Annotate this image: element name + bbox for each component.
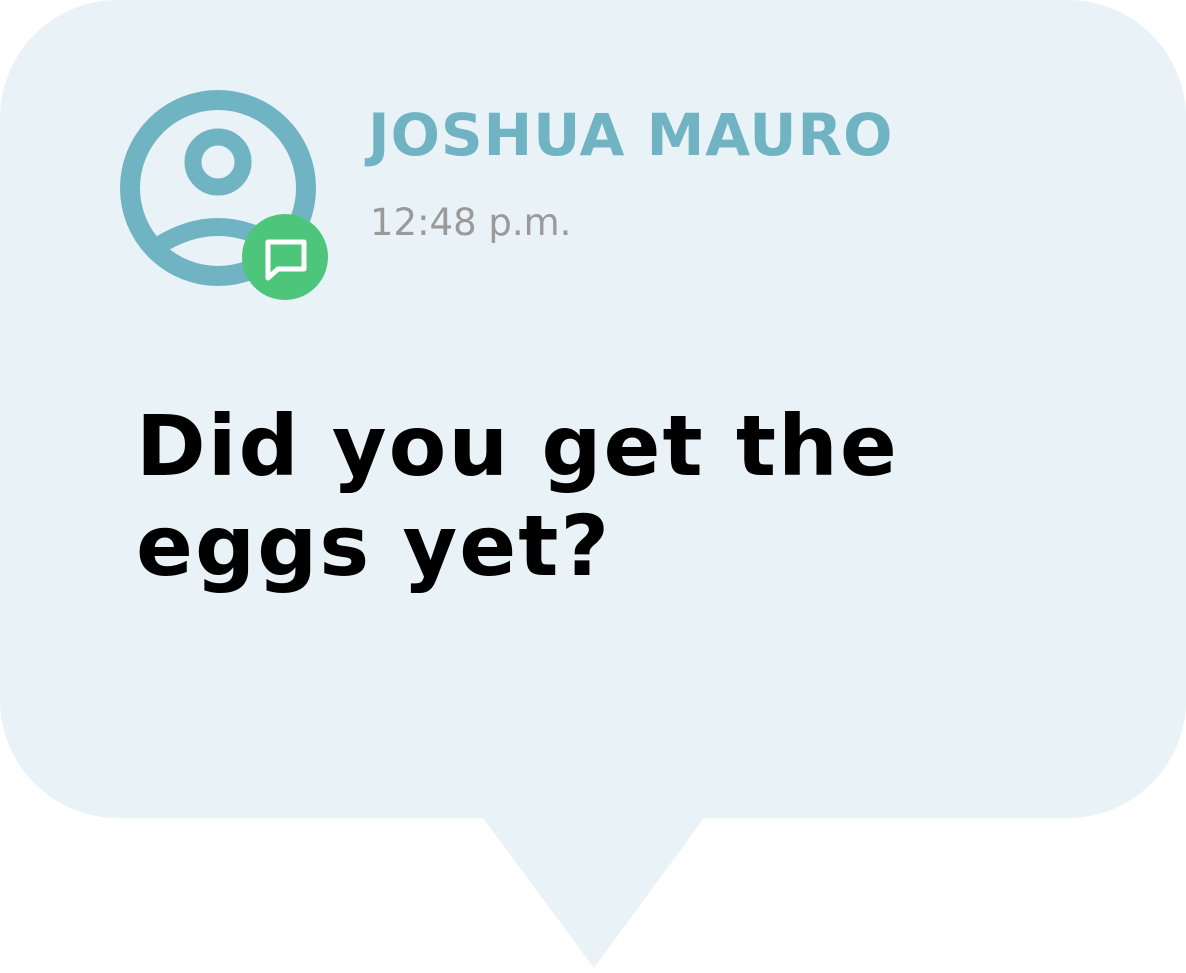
chat-bubble-icon (242, 214, 328, 300)
sender-name: JOSHUA MAURO (368, 101, 894, 169)
message-timestamp: 12:48 p.m. (370, 201, 572, 244)
message-body: Did you get the eggs yet? (136, 397, 899, 595)
avatar[interactable] (118, 86, 338, 306)
notification-card[interactable]: JOSHUA MAURO 12:48 p.m. Did you get the … (0, 0, 1186, 973)
